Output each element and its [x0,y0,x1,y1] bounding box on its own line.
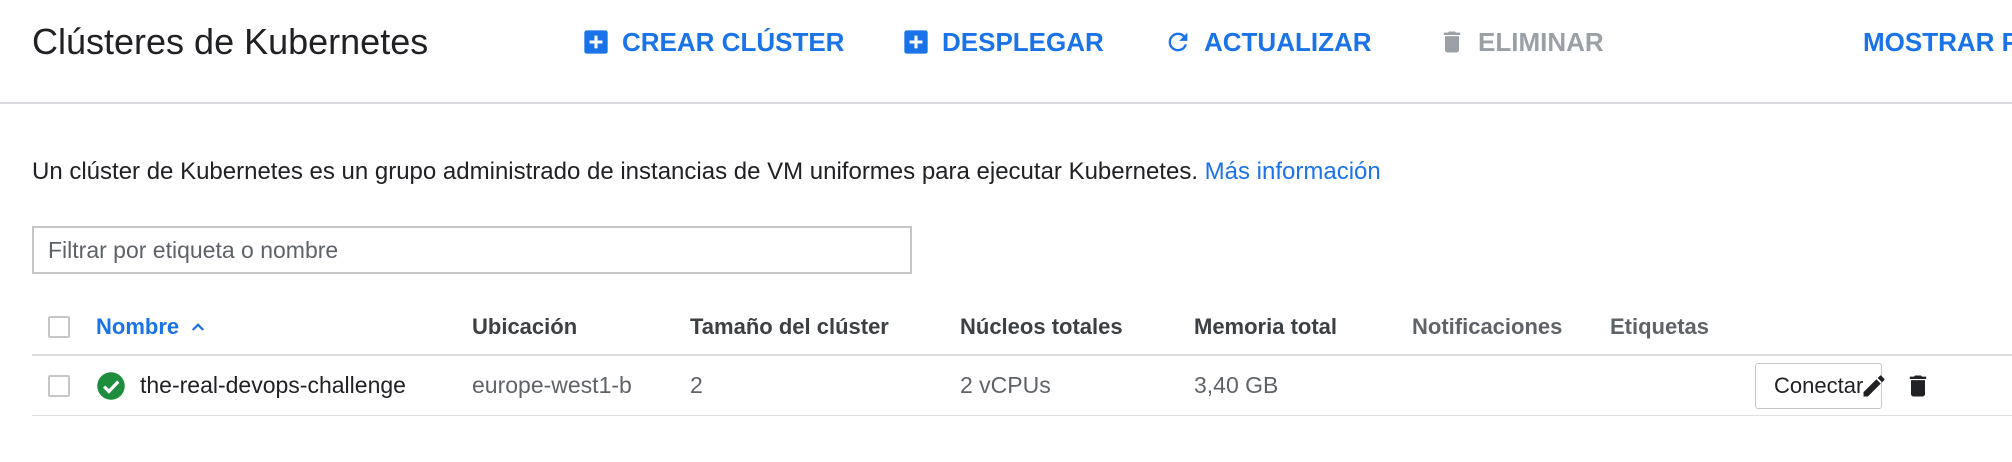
description-text: Un clúster de Kubernetes es un grupo adm… [32,158,1205,185]
cluster-memory: 3,40 GB [1194,372,1279,398]
cluster-name-link[interactable]: the-real-devops-challenge [140,372,406,399]
column-header-memory[interactable]: Memoria total [1194,300,1337,354]
deploy-button[interactable]: DESPLEGAR [902,22,1104,62]
delete-label: ELIMINAR [1478,26,1604,57]
filter-input[interactable] [32,226,912,274]
column-header-notifications: Notificaciones [1412,314,1563,339]
learn-more-link[interactable]: Más información [1205,158,1381,185]
column-header-name[interactable]: Nombre [96,300,207,354]
select-all-checkbox[interactable] [48,316,70,338]
page-header: Clústeres de Kubernetes CREAR CLÚSTER DE… [0,0,2012,104]
column-header-location[interactable]: Ubicación [472,300,577,354]
show-panel-label: MOSTRAR P [1863,26,2012,57]
delete-button[interactable]: ELIMINAR [1438,22,1604,62]
kubernetes-clusters-page: Clústeres de Kubernetes CREAR CLÚSTER DE… [0,0,2012,462]
trash-icon [1438,28,1466,56]
refresh-icon [1164,28,1192,56]
page-title: Clústeres de Kubernetes [32,21,429,62]
column-header-size[interactable]: Tamaño del clúster [690,300,889,354]
row-checkbox[interactable] [48,374,70,397]
check-circle-icon [97,371,125,400]
row-select-cell [48,356,70,415]
clusters-table: Nombre Ubicación Tamaño del clúster Núcl… [32,300,2012,416]
add-box-icon [582,28,610,56]
add-box-icon [902,28,930,56]
select-all-cell [48,300,70,354]
create-cluster-button[interactable]: CREAR CLÚSTER [582,22,844,62]
cluster-location: europe-west1-b [472,372,632,398]
refresh-button[interactable]: ACTUALIZAR [1164,22,1372,62]
cluster-size: 2 [690,372,703,398]
show-panel-button[interactable]: MOSTRAR P [1863,22,2012,62]
column-header-cores[interactable]: Núcleos totales [960,300,1123,354]
page-description: Un clúster de Kubernetes es un grupo adm… [32,154,1381,190]
column-header-labels: Etiquetas [1610,314,1710,339]
create-cluster-label: CREAR CLÚSTER [622,26,845,57]
cluster-cores: 2 vCPUs [960,372,1051,398]
cluster-name-cell: the-real-devops-challenge [96,356,406,415]
edit-icon[interactable] [1860,372,1888,400]
column-header-name-label: Nombre [96,314,180,339]
refresh-label: ACTUALIZAR [1204,26,1372,57]
trash-icon[interactable] [1904,372,1932,400]
table-row: the-real-devops-challenge europe-west1-b… [32,356,2012,416]
deploy-label: DESPLEGAR [942,26,1104,57]
chevron-up-icon [192,323,205,331]
table-header-row: Nombre Ubicación Tamaño del clúster Núcl… [32,300,2012,356]
